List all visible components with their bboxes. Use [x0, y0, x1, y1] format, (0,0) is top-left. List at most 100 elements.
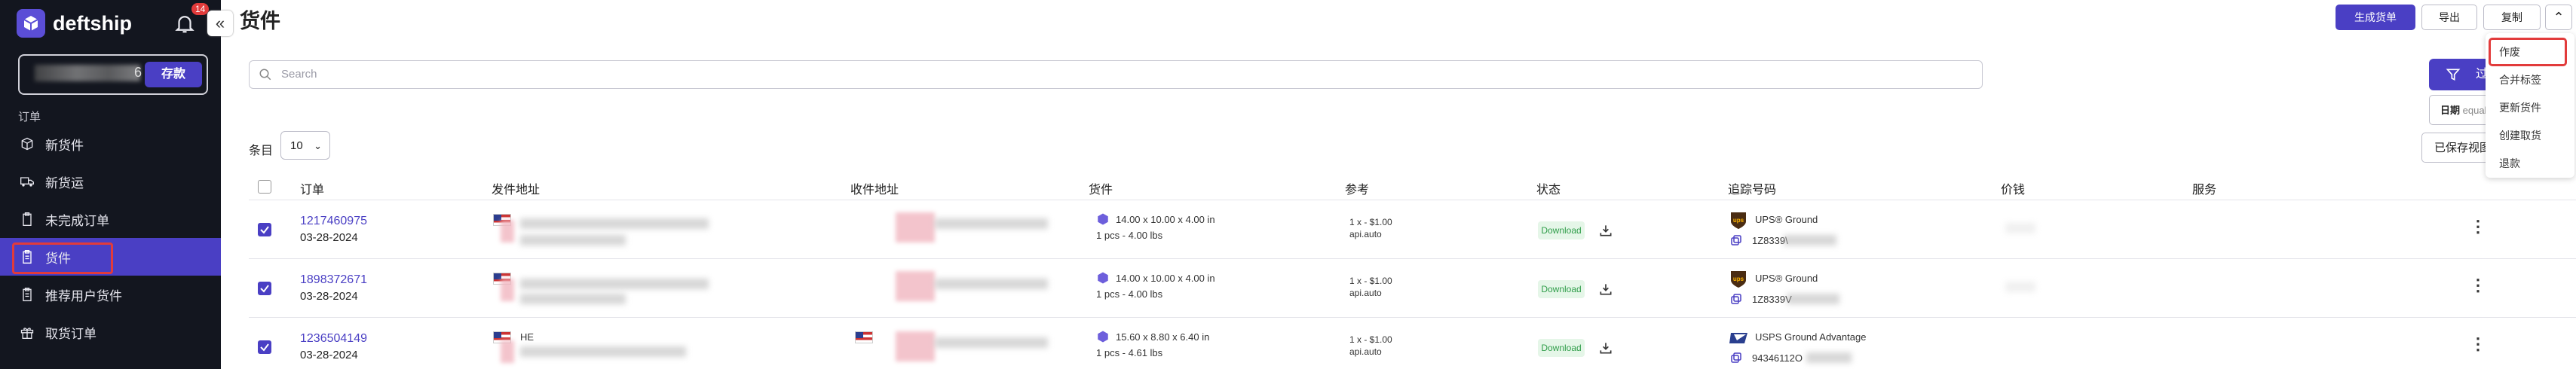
clipboard-icon — [23, 250, 32, 264]
search-bar[interactable]: Search — [249, 60, 1983, 89]
sidebar-item-incomplete-orders[interactable]: 未完成订单 — [0, 200, 221, 238]
redacted-price — [2005, 223, 2035, 233]
generate-manifest-button[interactable]: 生成货单 — [2336, 5, 2415, 30]
order-id-link[interactable]: 1236504149 — [300, 332, 367, 346]
filter-icon — [2446, 69, 2461, 81]
select-all-checkbox[interactable] — [258, 180, 271, 194]
box-icon — [1098, 213, 1108, 225]
redacted-sender-address — [501, 340, 514, 363]
menu-item-refund[interactable]: 退款 — [2499, 156, 2520, 171]
redacted-sender-address — [520, 218, 709, 229]
column-header-price: 价钱 — [2001, 184, 2026, 197]
tracking-number[interactable]: 1Z8339V — [1752, 294, 1792, 305]
order-date: 03-28-2024 — [300, 231, 358, 244]
divider — [249, 258, 2576, 259]
redacted-recipient-address — [896, 271, 935, 301]
sidebar-item-new-freight[interactable]: 新货运 — [0, 163, 221, 200]
order-id-link[interactable]: 1898372671 — [300, 273, 367, 287]
copy-icon[interactable] — [1729, 292, 1743, 306]
tracking-number[interactable]: 1Z8339\ — [1752, 235, 1788, 246]
notifications-bell-icon[interactable] — [173, 12, 196, 35]
menu-item-void[interactable]: 作废 — [2499, 44, 2520, 59]
redacted-sender-address — [520, 294, 626, 304]
sidebar-item-shipments[interactable]: 货件 — [0, 238, 221, 276]
redacted-tracking — [1784, 235, 1836, 245]
svg-text:ups: ups — [1733, 276, 1744, 282]
sidebar-item-label: 新货件 — [45, 138, 84, 153]
package-pieces-weight: 1 pcs - 4.61 lbs — [1096, 347, 1163, 358]
deposit-button[interactable]: 存款 — [145, 62, 202, 87]
us-flag-icon — [855, 331, 873, 343]
chevron-down-icon: ⌄ — [314, 140, 322, 151]
package-pieces-weight: 1 pcs - 4.00 lbs — [1096, 230, 1163, 241]
balance-value-redacted — [35, 65, 140, 81]
row-checkbox[interactable] — [258, 282, 271, 295]
row-checkbox[interactable] — [258, 340, 271, 354]
sidebar-item-pickup-orders[interactable]: 取货订单 — [0, 313, 221, 351]
date-filter-label: 日期 — [2440, 105, 2461, 116]
gift-icon — [20, 328, 34, 339]
redacted-recipient-address — [935, 218, 1048, 229]
package-dimensions: 15.60 x 8.80 x 6.40 in — [1116, 331, 1210, 343]
reference-line: 1 x - $1.00 — [1349, 217, 1392, 227]
redacted-recipient-address — [935, 337, 1048, 348]
reference-line: 1 x - $1.00 — [1349, 334, 1392, 345]
package-dimensions: 14.00 x 10.00 x 4.00 in — [1116, 273, 1215, 284]
entries-label: 条目 — [249, 145, 274, 157]
sidebar-item-referral-shipments[interactable]: 推荐用户货件 — [0, 276, 221, 313]
download-icon[interactable] — [1598, 282, 1613, 297]
page-size-select[interactable]: 10 ⌄ — [280, 131, 330, 160]
usps-logo-icon — [1729, 330, 1747, 348]
package-dimensions: 14.00 x 10.00 x 4.00 in — [1116, 214, 1215, 225]
row-menu-icon[interactable]: ⋮ — [2470, 217, 2486, 236]
row-menu-icon[interactable]: ⋮ — [2470, 334, 2486, 354]
brand-logo[interactable]: deftship — [17, 9, 132, 38]
brand-name: deftship — [53, 11, 132, 35]
redacted-price — [2005, 282, 2035, 292]
tracking-number[interactable]: 94346112O — [1752, 352, 1803, 364]
redacted-sender-address — [520, 346, 686, 357]
redacted-recipient-address — [935, 279, 1048, 289]
sidebar-item-label: 取货订单 — [45, 326, 96, 341]
sidebar: deftship 14 « 6 存款 订单 新货件 新货运 未完成订单 货件 推… — [0, 0, 233, 369]
status-badge[interactable]: Download — [1538, 221, 1585, 239]
box-icon — [1098, 331, 1108, 343]
truck-icon — [20, 177, 34, 187]
collapse-sidebar-button[interactable]: « — [207, 11, 233, 36]
menu-item-merge-labels[interactable]: 合并标签 — [2499, 72, 2541, 87]
column-header-recipient: 收件地址 — [850, 184, 899, 197]
sender-name: HE — [520, 331, 534, 343]
clipboard-icon — [23, 288, 32, 301]
status-badge[interactable]: Download — [1538, 280, 1585, 298]
copy-button[interactable]: 复制 — [2483, 5, 2541, 30]
sidebar-item-label: 未完成订单 — [45, 213, 109, 228]
sidebar-nav: 新货件 新货运 未完成订单 货件 推荐用户货件 取货订单 — [0, 125, 221, 351]
row-menu-icon[interactable]: ⋮ — [2470, 276, 2486, 295]
copy-icon[interactable] — [1729, 351, 1743, 364]
download-icon[interactable] — [1598, 223, 1613, 238]
chevron-up-icon[interactable]: ⌃ — [2545, 5, 2572, 30]
divider — [249, 317, 2576, 318]
search-input[interactable]: Search — [281, 68, 317, 81]
page-title: 货件 — [240, 10, 280, 32]
carrier-service: USPS Ground Advantage — [1755, 331, 1867, 343]
order-id-link[interactable]: 1217460975 — [300, 215, 367, 228]
menu-item-create-pickup[interactable]: 创建取货 — [2499, 128, 2541, 143]
sidebar-item-new-shipment[interactable]: 新货件 — [0, 125, 221, 163]
column-header-reference: 参考 — [1345, 184, 1370, 197]
reference-line: 1 x - $1.00 — [1349, 276, 1392, 286]
redacted-tracking — [1787, 294, 1839, 304]
menu-item-update-shipment[interactable]: 更新货件 — [2499, 100, 2541, 115]
copy-icon[interactable] — [1729, 233, 1743, 247]
carrier-service: UPS® Ground — [1755, 273, 1818, 284]
row-checkbox[interactable] — [258, 223, 271, 236]
actions-dropdown: 作废 合并标签 更新货件 创建取货 退款 — [2486, 33, 2574, 178]
svg-text:ups: ups — [1733, 217, 1744, 224]
sidebar-item-label: 推荐用户货件 — [45, 288, 122, 303]
balance-box: 6 存款 — [18, 54, 208, 95]
column-header-tracking: 追踪号码 — [1728, 184, 1777, 197]
export-button[interactable]: 导出 — [2421, 5, 2477, 30]
status-badge[interactable]: Download — [1538, 339, 1585, 357]
download-icon[interactable] — [1598, 340, 1613, 355]
redacted-recipient-address — [896, 212, 935, 242]
